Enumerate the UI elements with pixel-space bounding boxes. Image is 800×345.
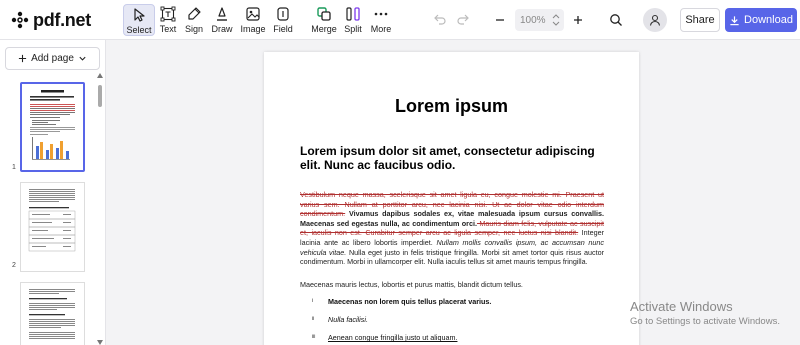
search-icon[interactable] <box>608 12 624 28</box>
download-icon <box>730 15 739 25</box>
up-down-chevron-icon <box>552 14 560 26</box>
document-title[interactable]: Lorem ipsum <box>264 96 639 117</box>
text-box-icon <box>160 6 176 22</box>
user-icon <box>649 14 661 26</box>
top-toolbar: pdf.net Select Text Sign Draw Image Fiel… <box>0 0 800 40</box>
split-tool-button[interactable]: Split <box>342 4 364 36</box>
merge-tool-label: Merge <box>311 24 337 34</box>
logo-text: pdf.net <box>33 9 91 30</box>
share-button-label: Share <box>685 14 715 26</box>
download-button[interactable]: Download <box>725 8 797 32</box>
sign-tool-label: Sign <box>184 24 203 34</box>
activation-subtitle: Go to Settings to activate Windows. <box>630 316 780 327</box>
share-button[interactable]: Share <box>680 8 720 32</box>
sign-tool-button[interactable]: Sign <box>183 4 205 36</box>
zoom-in-icon[interactable] <box>569 11 587 29</box>
page-thumbnail-3[interactable] <box>20 282 85 345</box>
more-tool-label: More <box>370 24 392 34</box>
draw-pen-icon <box>217 7 227 21</box>
list-item[interactable]: i Maecenas non lorem quis tellus placera… <box>300 297 491 306</box>
text-tool-label: Text <box>159 24 177 34</box>
page-number-2: 2 <box>12 262 16 269</box>
document-page[interactable]: Lorem ipsum Lorem ipsum dolor sit amet, … <box>264 52 639 345</box>
page-thumbnails-panel: Add page 1 2 <box>0 40 106 345</box>
form-field-icon <box>277 7 289 21</box>
image-icon <box>246 7 260 21</box>
list-item-text: Aenean congue fringilla justo ut aliquam… <box>328 333 458 342</box>
scroll-up-arrow-icon[interactable] <box>97 73 103 78</box>
select-tool-button[interactable]: Select <box>123 4 155 36</box>
plain-text: Nulla eget justo in felis tristique frin… <box>300 247 605 267</box>
page-thumbnail-1[interactable] <box>20 82 85 172</box>
split-icon <box>346 7 360 21</box>
list-item[interactable]: iii Aenean congue fringilla justo ut ali… <box>300 333 457 342</box>
merge-icon <box>317 7 331 21</box>
page-thumbnail-preview <box>29 289 75 339</box>
plus-icon <box>18 54 27 63</box>
list-item-number: ii <box>312 316 315 322</box>
user-avatar[interactable] <box>643 8 667 32</box>
download-button-label: Download <box>744 14 793 26</box>
page-thumbnail-2[interactable] <box>20 182 85 272</box>
cursor-icon <box>134 8 145 22</box>
page-number-1: 1 <box>12 164 16 171</box>
list-item-text: Maecenas non lorem quis tellus placerat … <box>328 297 492 306</box>
list-item-number: i <box>312 298 314 304</box>
select-tool-label: Select <box>126 25 152 35</box>
more-dots-icon <box>374 12 388 16</box>
windows-activation-watermark: Activate Windows Go to Settings to activ… <box>630 299 780 327</box>
redo-icon[interactable] <box>455 12 471 28</box>
text-tool-button[interactable]: Text <box>157 4 179 36</box>
chevron-down-icon <box>79 56 86 61</box>
document-subtitle[interactable]: Lorem ipsum dolor sit amet, consectetur … <box>300 144 610 172</box>
document-paragraph-2[interactable]: Maecenas mauris lectus, lobortis et puru… <box>300 280 604 290</box>
image-tool-button[interactable]: Image <box>240 4 266 36</box>
thumbnail-scrollbar[interactable] <box>97 73 103 345</box>
activation-title: Activate Windows <box>630 299 733 314</box>
zoom-level-value: 100% <box>520 14 546 26</box>
list-item-text: Nulla facilisi. <box>328 315 368 324</box>
draw-tool-button[interactable]: Draw <box>210 4 234 36</box>
draw-tool-label: Draw <box>211 24 233 34</box>
more-tool-button[interactable]: More <box>369 4 393 36</box>
pen-nib-icon <box>188 7 201 20</box>
pdf-net-logo-icon <box>10 10 30 30</box>
scroll-down-arrow-icon[interactable] <box>97 340 103 345</box>
list-item-number: iii <box>312 334 316 340</box>
merge-tool-button[interactable]: Merge <box>311 4 337 36</box>
scrollbar-thumb[interactable] <box>98 85 102 107</box>
app-logo[interactable]: pdf.net <box>10 9 91 31</box>
zoom-out-icon[interactable] <box>491 11 509 29</box>
document-paragraph-1[interactable]: Vestibulum neque massa, scelerisque sit … <box>300 190 604 267</box>
list-item[interactable]: ii Nulla facilisi. <box>300 315 368 324</box>
add-page-button[interactable]: Add page <box>5 47 100 70</box>
page-thumbnail-preview <box>30 90 75 160</box>
field-tool-label: Field <box>273 24 293 34</box>
add-page-label: Add page <box>31 53 74 64</box>
split-tool-label: Split <box>344 24 362 34</box>
undo-icon[interactable] <box>432 12 448 28</box>
image-tool-label: Image <box>240 24 266 34</box>
zoom-level-select[interactable]: 100% <box>515 9 564 31</box>
field-tool-button[interactable]: Field <box>272 4 294 36</box>
page-thumbnail-preview <box>28 189 76 252</box>
